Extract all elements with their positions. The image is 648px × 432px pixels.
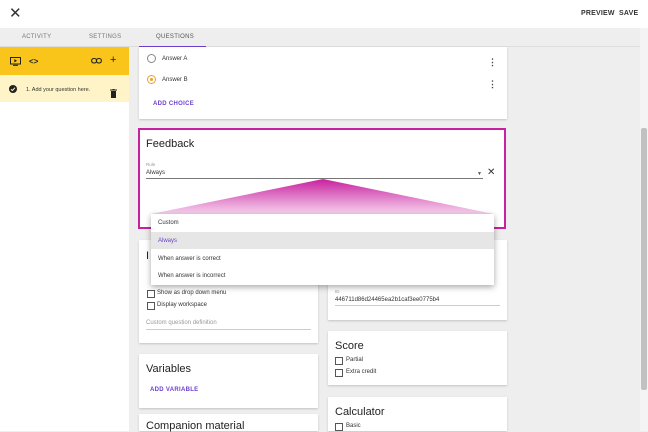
display-workspace-label: Display workspace bbox=[157, 302, 208, 308]
chevron-down-icon[interactable]: ▼ bbox=[477, 171, 482, 177]
add-choice-button[interactable]: ADD CHOICE bbox=[153, 101, 194, 107]
choice-label-b: Answer B bbox=[162, 77, 188, 83]
rule-field-label: Rule bbox=[146, 162, 156, 167]
question-list-panel bbox=[0, 47, 129, 431]
basic-checkbox[interactable] bbox=[335, 423, 343, 431]
dropdown-option-custom[interactable]: Custom bbox=[151, 214, 494, 231]
choices-card bbox=[139, 47, 507, 119]
scrollbar-thumb[interactable] bbox=[641, 128, 647, 390]
clear-icon[interactable]: ✕ bbox=[487, 167, 495, 178]
choice-label-a: Answer A bbox=[162, 56, 188, 62]
calculator-title: Calculator bbox=[335, 406, 385, 418]
partial-label: Partial bbox=[346, 357, 364, 363]
id-underline bbox=[335, 305, 500, 306]
dropdown-option-incorrect[interactable]: When answer is incorrect bbox=[151, 267, 494, 284]
id-field-label: ID bbox=[335, 289, 340, 294]
variables-title: Variables bbox=[146, 363, 192, 375]
dropdown-option-correct[interactable]: When answer is correct bbox=[151, 250, 494, 267]
save-button[interactable]: SAVE bbox=[619, 10, 638, 17]
partial-checkbox[interactable] bbox=[335, 357, 343, 365]
tab-settings[interactable]: SETTINGS bbox=[89, 34, 121, 40]
show-dropdown-checkbox[interactable] bbox=[147, 290, 155, 298]
close-icon[interactable]: ✕ bbox=[9, 6, 22, 21]
question-label: 1. Add your question here. bbox=[26, 87, 91, 93]
choice-menu-icon-b[interactable]: ⋮ bbox=[488, 79, 497, 90]
tab-questions[interactable]: QUESTIONS bbox=[156, 34, 194, 40]
companion-title: Companion material bbox=[146, 420, 245, 432]
preview-button[interactable]: PREVIEW bbox=[581, 10, 615, 17]
code-icon[interactable]: <> bbox=[29, 57, 38, 66]
delete-icon[interactable] bbox=[110, 85, 117, 103]
extra-credit-label: Extra credit bbox=[346, 369, 377, 375]
show-dropdown-label: Show as drop down menu bbox=[157, 290, 227, 296]
preview-screen-icon[interactable] bbox=[10, 57, 21, 68]
choice-menu-icon-a[interactable]: ⋮ bbox=[488, 57, 497, 68]
tab-activity[interactable]: ACTIVITY bbox=[22, 34, 51, 40]
feedback-title: Feedback bbox=[146, 138, 195, 150]
custom-definition-input[interactable]: Custom question definition bbox=[146, 320, 217, 326]
choice-radio-a[interactable] bbox=[147, 54, 156, 63]
display-workspace-checkbox[interactable] bbox=[147, 302, 155, 310]
interaction-title: I bbox=[146, 250, 150, 262]
basic-label: Basic bbox=[346, 423, 361, 429]
rule-dropdown-menu: Custom Always When answer is correct Whe… bbox=[151, 214, 494, 285]
custom-definition-underline bbox=[146, 329, 311, 330]
score-title: Score bbox=[335, 340, 364, 352]
add-icon[interactable]: + bbox=[110, 55, 116, 66]
extra-credit-checkbox[interactable] bbox=[335, 369, 343, 377]
highlight-callout bbox=[151, 179, 494, 214]
choice-radio-b[interactable] bbox=[147, 75, 156, 84]
add-variable-button[interactable]: ADD VARIABLE bbox=[150, 387, 199, 393]
check-circle-icon bbox=[9, 85, 17, 93]
id-value: 446711d86d24465ea2b1caf3ee0775b4 bbox=[335, 297, 440, 303]
top-bar bbox=[0, 0, 648, 28]
dropdown-option-always[interactable]: Always bbox=[151, 232, 494, 249]
rule-select-value[interactable]: Always bbox=[146, 170, 165, 176]
link-icon[interactable] bbox=[91, 57, 102, 67]
